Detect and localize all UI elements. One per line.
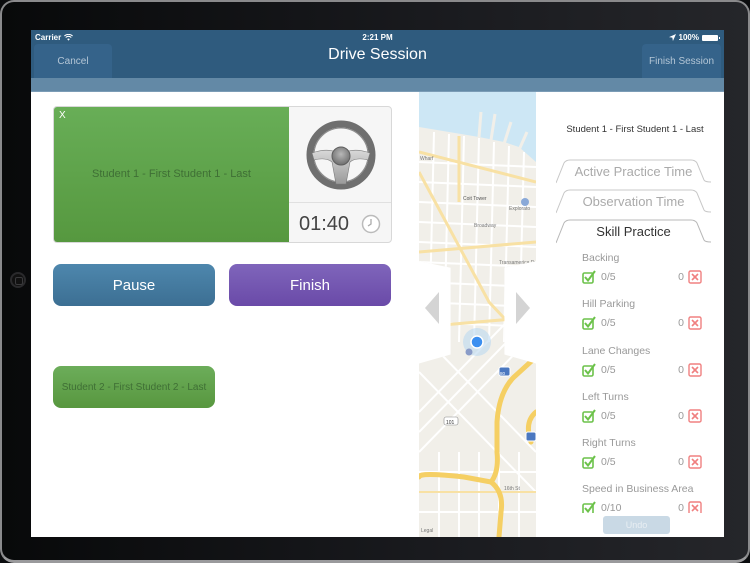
map-label: Legal: [421, 528, 433, 534]
skill-item: Left Turns 0/5 0: [582, 388, 707, 434]
skill-fail-count: 0: [678, 502, 684, 513]
fail-x-icon[interactable]: [688, 316, 702, 330]
skill-name: Lane Changes: [582, 344, 651, 357]
ipad-frame: Carrier 2:21 PM 100% Cancel Drive Sessio…: [0, 0, 750, 563]
skill-fail-count: 0: [678, 363, 684, 376]
skill-name: Right Turns: [582, 437, 636, 450]
skill-item: Speed in Business Area 0/10 0: [582, 480, 707, 513]
sub-toolbar: [31, 78, 724, 92]
checkmark-icon[interactable]: [582, 270, 596, 284]
navigation-bar: Carrier 2:21 PM 100% Cancel Drive Sessio…: [31, 30, 724, 78]
skill-progress: 0/5: [601, 409, 616, 422]
map-label: Broadway: [474, 223, 497, 229]
map-panel: Wharf Coit Tower Explorato Broadway Tran…: [419, 92, 536, 537]
status-bar: Carrier 2:21 PM 100%: [31, 30, 724, 44]
map-label: Wharf: [420, 156, 434, 162]
map-label: Transamerica Pyramid: [499, 260, 536, 266]
app-screen: Carrier 2:21 PM 100% Cancel Drive Sessio…: [31, 30, 724, 537]
skill-list[interactable]: Backing 0/5 0 Hill Parking 0/5 0 Lane Ch…: [582, 249, 707, 513]
clock-icon[interactable]: [361, 214, 381, 234]
fail-x-icon[interactable]: [688, 270, 702, 284]
skill-progress: 0/10: [601, 502, 622, 513]
map-previous-arrow[interactable]: [425, 292, 439, 324]
active-student-card: X Student 1 - First Student 1 - Last 01:…: [53, 106, 392, 243]
skill-progress: 0/5: [601, 317, 616, 330]
status-time: 2:21 PM: [362, 33, 393, 42]
timer-area: 01:40: [289, 204, 391, 242]
skill-progress: 0/5: [601, 363, 616, 376]
skill-progress: 0/5: [601, 271, 616, 283]
skill-fail-count: 0: [678, 317, 684, 330]
page-title: Drive Session: [328, 46, 427, 63]
fail-x-icon[interactable]: [688, 501, 702, 513]
active-student-panel[interactable]: X Student 1 - First Student 1 - Last: [54, 107, 289, 242]
checkmark-icon[interactable]: [582, 455, 596, 469]
skill-name: Left Turns: [582, 390, 629, 403]
battery-icon: [702, 34, 720, 41]
checkmark-icon[interactable]: [582, 409, 596, 423]
skill-item: Hill Parking 0/5 0: [582, 295, 707, 341]
map-next-arrow[interactable]: [516, 292, 530, 324]
session-timer: 01:40: [299, 212, 350, 235]
student-2-button[interactable]: Student 2 - First Student 2 - Last: [53, 366, 215, 408]
tab-label: Active Practice Time: [574, 164, 693, 179]
finish-button[interactable]: Finish: [229, 264, 391, 306]
tab-label: Skill Practice: [596, 224, 671, 239]
fail-x-icon[interactable]: [688, 409, 702, 423]
pause-button[interactable]: Pause: [53, 264, 215, 306]
skill-fail-count: 0: [678, 409, 684, 422]
skill-fail-count: 0: [678, 271, 684, 283]
skill-name: Speed in Business Area: [582, 483, 694, 496]
tab-label: Observation Time: [582, 194, 685, 209]
map-label: 16th St: [504, 486, 520, 492]
battery-percent: 100%: [678, 33, 699, 42]
skill-name: Backing: [582, 252, 620, 264]
location-arrow-icon: [668, 34, 676, 41]
map-label: 80: [500, 371, 506, 376]
driver-toggle[interactable]: [289, 107, 391, 203]
home-button[interactable]: [10, 272, 26, 288]
checkmark-icon[interactable]: [582, 316, 596, 331]
tab-skill-practice[interactable]: Skill Practice: [556, 219, 712, 244]
steering-wheel-icon: [306, 120, 376, 189]
fail-x-icon[interactable]: [688, 455, 702, 469]
fail-x-icon[interactable]: [688, 362, 702, 377]
finish-session-button[interactable]: Finish Session: [642, 44, 721, 78]
remove-student-button[interactable]: X: [59, 110, 66, 121]
map-label: Explorato: [509, 206, 530, 212]
map-label: 101: [446, 420, 455, 426]
skill-item: Lane Changes 0/5 0: [582, 342, 707, 388]
checkmark-icon[interactable]: [582, 363, 596, 377]
skill-fail-count: 0: [678, 456, 684, 469]
tab-observation-time[interactable]: Observation Time: [556, 189, 712, 214]
undo-button[interactable]: Undo: [603, 516, 670, 534]
checkmark-icon[interactable]: [582, 501, 596, 513]
selected-student-name: Student 1 - First Student 1 - Last: [566, 124, 704, 135]
skill-item: Backing 0/5 0: [582, 249, 707, 295]
skill-name: Hill Parking: [582, 298, 636, 311]
active-student-name: Student 1 - First Student 1 - Last: [92, 168, 251, 180]
tab-active-practice-time[interactable]: Active Practice Time: [556, 159, 712, 184]
skill-item: Right Turns 0/5 0: [582, 434, 707, 480]
map-label: Coit Tower: [463, 196, 487, 202]
skill-progress: 0/5: [601, 456, 616, 469]
